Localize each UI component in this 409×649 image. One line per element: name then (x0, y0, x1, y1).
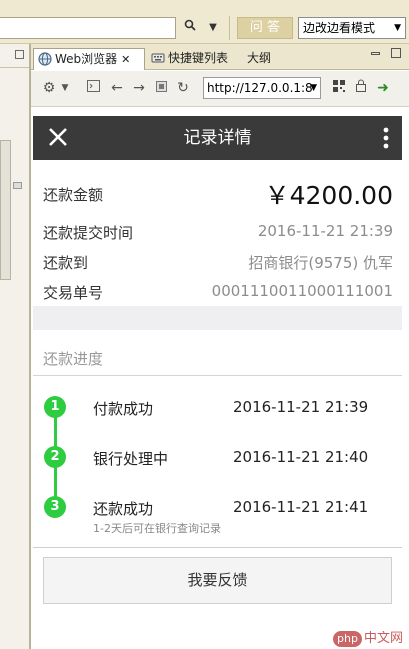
page-title: 记录详情 (183, 128, 252, 148)
step-label: 银行处理中 (93, 450, 169, 468)
mobile-page: 记录详情 还款金额 ￥4200.00 还款提交时间 2016-11-21 21:… (33, 116, 402, 649)
keyboard-icon (151, 53, 165, 63)
feedback-button[interactable]: 我要反馈 (43, 557, 392, 604)
info-label: 还款到 (43, 254, 89, 272)
progress-step: 3 还款成功 2016-11-21 21:41 1-2天后可在银行查询记录 (33, 486, 402, 535)
more-vertical-icon[interactable] (383, 126, 389, 150)
mode-select-value: 边改边看模式 (303, 21, 376, 35)
progress-step: 1 付款成功 2016-11-21 21:39 (33, 386, 402, 418)
browser-toolbar: ⚙ ▼ ← → ↻ http://127.0.0.1:8 ▼ ➜ (31, 71, 409, 107)
console-icon[interactable] (85, 79, 101, 97)
step-number: 2 (44, 446, 66, 468)
close-icon[interactable]: ✕ (121, 53, 130, 66)
minimize-icon[interactable] (371, 52, 380, 55)
tab-outline[interactable]: 大纲 (243, 48, 283, 70)
tab-label: 大纲 (247, 51, 272, 65)
step-label: 还款成功 (93, 500, 154, 518)
stop-icon[interactable] (153, 79, 169, 97)
chevron-down-icon[interactable]: ▼ (203, 17, 223, 39)
mode-select[interactable]: 边改边看模式 ▼ (298, 17, 406, 39)
search-input[interactable] (0, 17, 176, 39)
go-arrow-icon[interactable]: ➜ (375, 79, 391, 97)
amount-row: 还款金额 ￥4200.00 (43, 176, 393, 210)
lock-icon[interactable] (353, 79, 369, 97)
tab-shortcut-list[interactable]: 快捷键列表 (147, 48, 243, 70)
amount-label: 还款金额 (43, 186, 104, 204)
section-gap (33, 306, 402, 330)
url-value: http://127.0.0.1:8 (207, 81, 313, 95)
refresh-icon[interactable]: ↻ (175, 79, 191, 97)
watermark-logo: php 中文网 (333, 627, 403, 647)
amount-value: ￥4200.00 (264, 181, 393, 210)
ask-button[interactable]: 问 答 (237, 17, 293, 39)
step-label: 付款成功 (93, 400, 154, 418)
progress-step: 2 银行处理中 2016-11-21 21:40 (33, 436, 402, 468)
globe-icon (38, 52, 52, 66)
progress-section-title: 还款进度 (43, 350, 104, 368)
info-value: 2016-11-21 21:39 (257, 222, 393, 240)
step-number: 3 (44, 496, 66, 518)
forward-arrow-icon[interactable]: → (131, 79, 147, 97)
step-time: 2016-11-21 21:41 (233, 498, 369, 516)
info-value: 0001110011000111001 (211, 282, 393, 300)
scrollbar[interactable] (0, 140, 11, 280)
back-arrow-icon[interactable]: ← (109, 79, 125, 97)
tab-bar: Web浏览器 ✕ 快捷键列表 大纲 (31, 44, 409, 70)
search-icon[interactable] (180, 17, 200, 39)
qr-code-icon[interactable] (331, 79, 347, 97)
info-row-transaction-id: 交易单号 0001110011000111001 (43, 282, 393, 304)
app-header: 记录详情 (33, 116, 402, 160)
divider (33, 547, 402, 548)
chevron-down-icon: ▼ (394, 23, 401, 33)
url-field[interactable]: http://127.0.0.1:8 ▼ (203, 77, 321, 99)
maximize-icon[interactable] (391, 48, 401, 58)
chevron-down-icon[interactable]: ▼ (310, 78, 317, 98)
step-number: 1 (44, 396, 66, 418)
php-badge: php (333, 631, 362, 647)
watermark-text: 中文网 (363, 631, 403, 646)
divider (229, 16, 230, 40)
top-search-bar: ▼ 问 答 边改边看模式 ▼ (0, 0, 409, 44)
left-panel (0, 44, 30, 649)
step-note: 1-2天后可在银行查询记录 (93, 522, 221, 535)
info-value: 招商银行(9575) 仇军 (248, 254, 393, 272)
tab-label: Web浏览器 (55, 52, 118, 66)
maximize-icon[interactable] (15, 50, 24, 59)
info-label: 还款提交时间 (43, 224, 134, 242)
left-panel-header (0, 44, 29, 68)
step-time: 2016-11-21 21:39 (233, 398, 369, 416)
chevron-down-icon[interactable]: ▼ (59, 79, 71, 97)
progress-steps: 1 付款成功 2016-11-21 21:39 2 银行处理中 2016-11-… (33, 376, 402, 546)
tab-web-browser[interactable]: Web浏览器 ✕ (33, 48, 145, 70)
splitter-handle[interactable] (13, 182, 22, 189)
info-label: 交易单号 (43, 284, 104, 302)
gear-icon[interactable]: ⚙ (41, 79, 57, 97)
info-row-repay-to: 还款到 招商银行(9575) 仇军 (43, 252, 393, 274)
step-time: 2016-11-21 21:40 (233, 448, 369, 466)
tab-label: 快捷键列表 (168, 51, 229, 65)
info-row-submit-time: 还款提交时间 2016-11-21 21:39 (43, 222, 393, 244)
